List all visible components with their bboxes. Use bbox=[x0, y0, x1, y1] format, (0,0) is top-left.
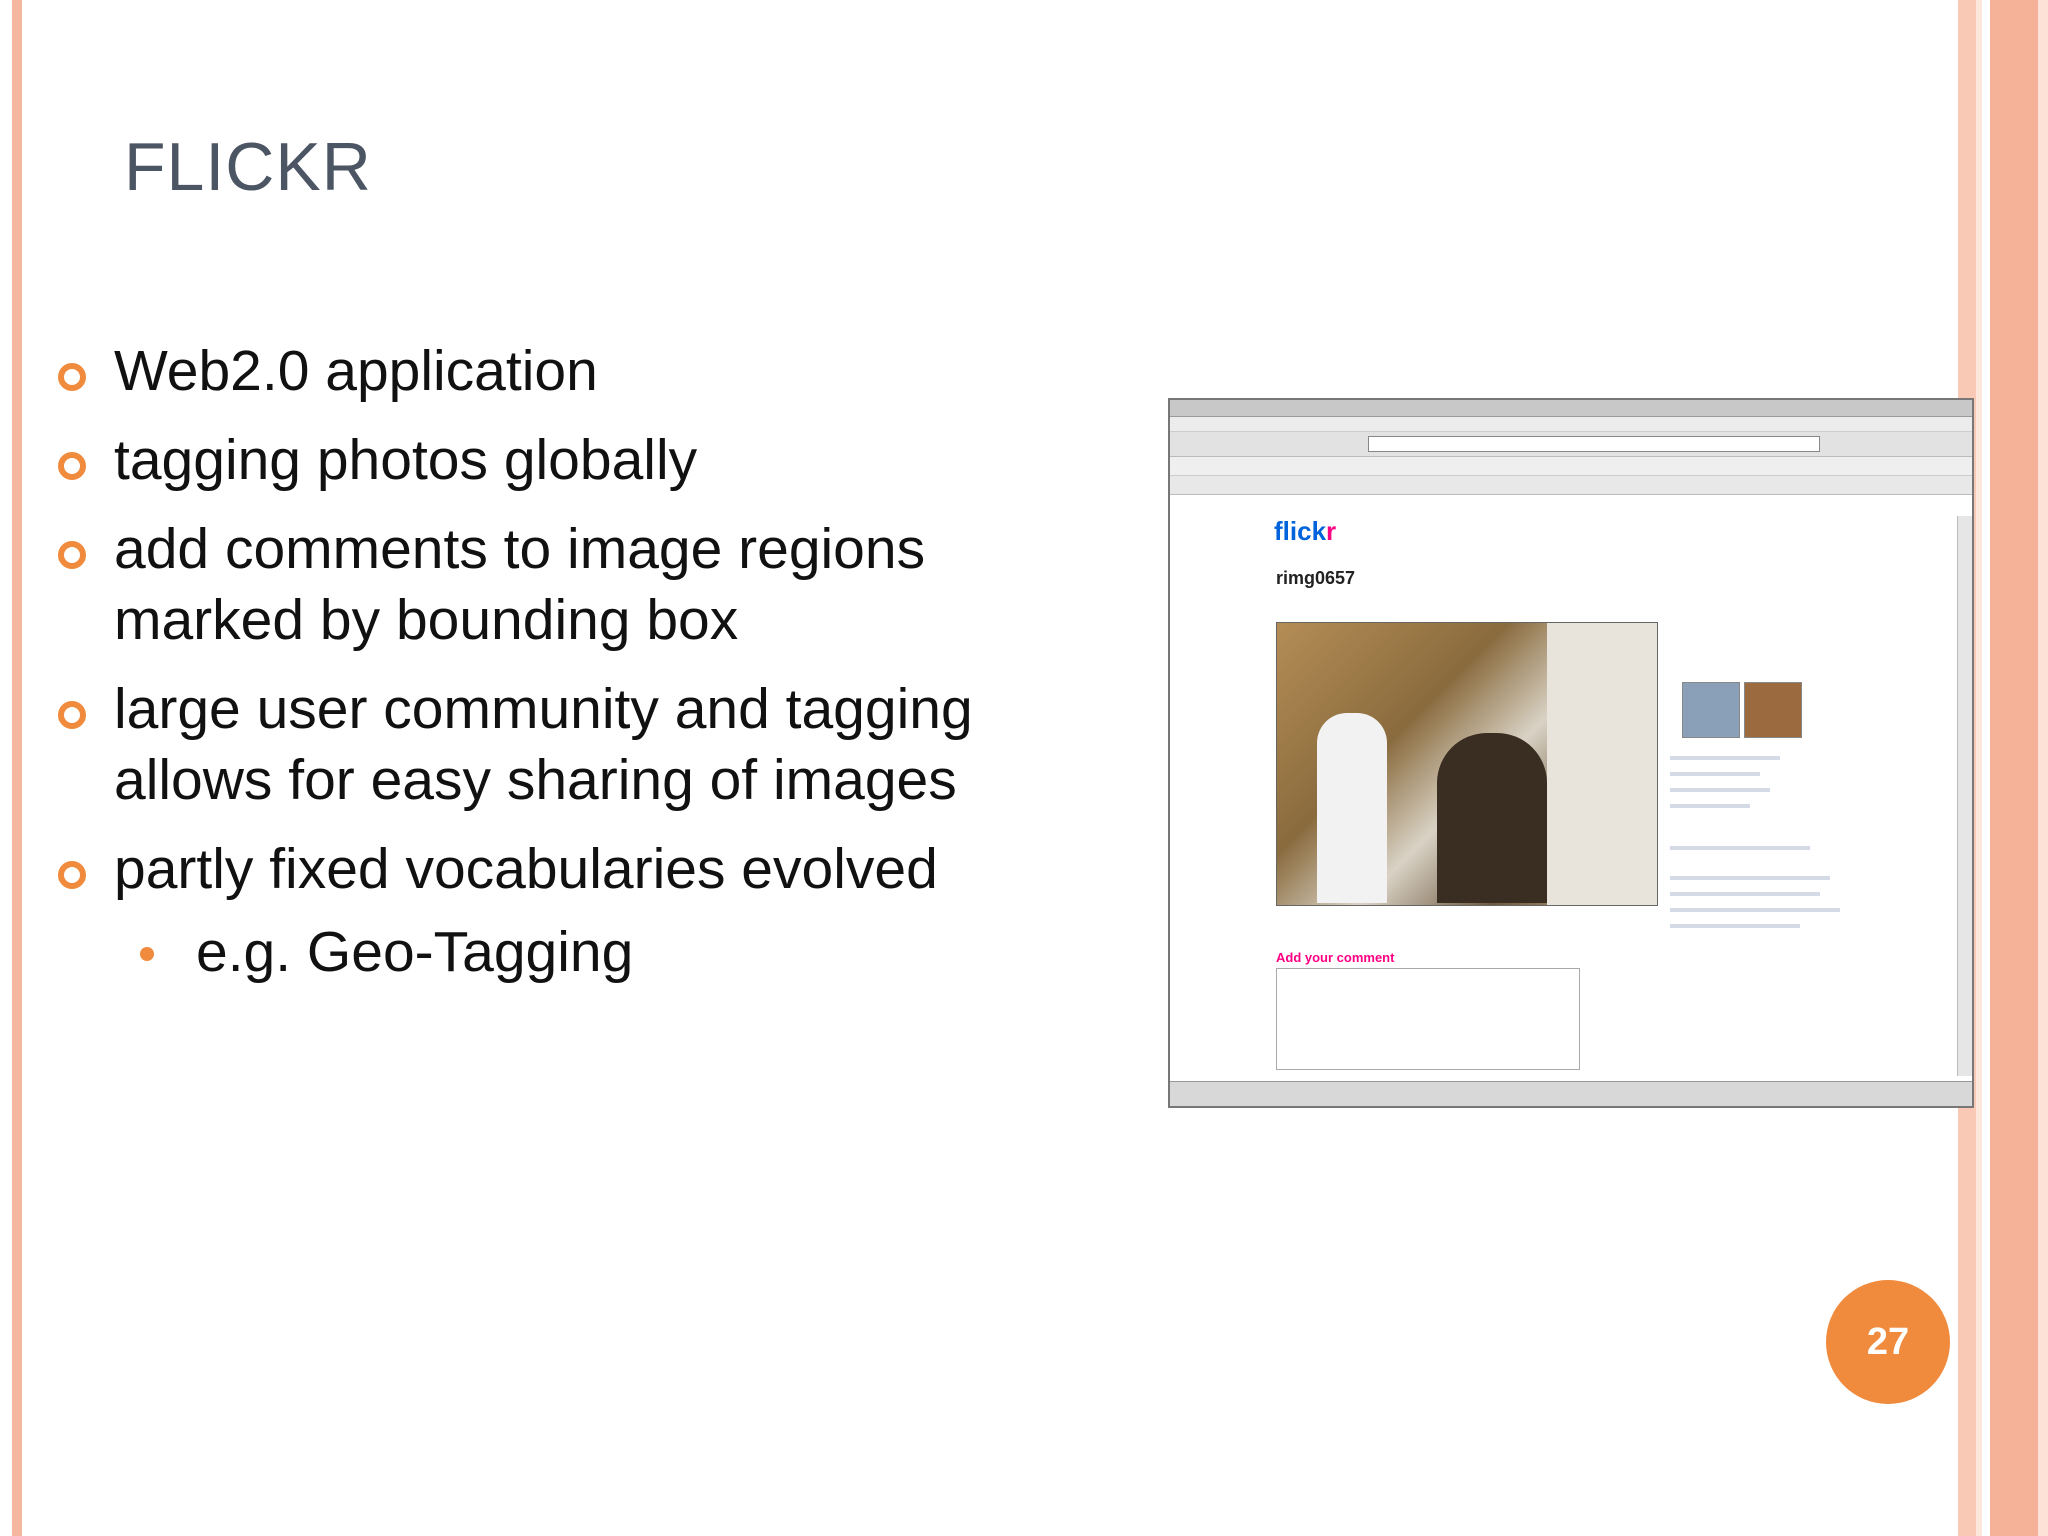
flickr-logo: flickr bbox=[1274, 516, 1337, 546]
flickr-page: flickr rimg0657 Add your comment bbox=[1170, 516, 1950, 1076]
photo-wall bbox=[1547, 623, 1657, 905]
browser-url-bar bbox=[1368, 436, 1820, 452]
browser-toolbar bbox=[1170, 432, 1972, 457]
right-decorative-band bbox=[1990, 0, 2038, 1536]
bullet-item: partly fixed vocabularies evolved bbox=[56, 834, 1096, 905]
bullet-item: tagging photos globally bbox=[56, 425, 1096, 496]
browser-menubar bbox=[1170, 417, 1972, 432]
photo-person bbox=[1437, 733, 1547, 903]
browser-scrollbar bbox=[1957, 516, 1972, 1076]
bullet-item: large user community and tagging allows … bbox=[56, 674, 1096, 816]
ring-bullet-icon bbox=[58, 363, 86, 391]
sub-bullet-item: e.g. Geo-Tagging bbox=[56, 917, 1096, 988]
ring-bullet-icon bbox=[58, 541, 86, 569]
bullet-text: partly fixed vocabularies evolved bbox=[114, 837, 938, 901]
sidebar-text-line bbox=[1670, 772, 1760, 776]
comment-textarea bbox=[1276, 968, 1580, 1070]
browser-tabs-bar bbox=[1170, 476, 1972, 495]
sidebar-text-line bbox=[1670, 908, 1840, 912]
browser-bookmarks-bar bbox=[1170, 457, 1972, 476]
bullet-text: large user community and tagging allows … bbox=[114, 677, 973, 812]
ring-bullet-icon bbox=[58, 701, 86, 729]
add-comment-label: Add your comment bbox=[1276, 950, 1395, 965]
browser-titlebar bbox=[1170, 400, 1972, 417]
bullet-item: add comments to image regions marked by … bbox=[56, 514, 1096, 656]
browser-statusbar bbox=[1170, 1081, 1972, 1106]
bullet-item: Web2.0 application bbox=[56, 336, 1096, 407]
sidebar-text-line bbox=[1670, 924, 1800, 928]
page-number-badge: 27 bbox=[1826, 1280, 1950, 1404]
ring-bullet-icon bbox=[58, 861, 86, 889]
sidebar-text-line bbox=[1670, 788, 1770, 792]
photo-person bbox=[1317, 713, 1387, 903]
set-thumbnail bbox=[1682, 682, 1740, 738]
sidebar-text-line bbox=[1670, 846, 1810, 850]
left-decorative-stripe bbox=[12, 0, 22, 1536]
photo-title: rimg0657 bbox=[1276, 568, 1356, 588]
bullet-list: Web2.0 application tagging photos global… bbox=[56, 336, 1096, 988]
dot-bullet-icon bbox=[140, 947, 154, 961]
sidebar-text-line bbox=[1670, 804, 1750, 808]
sub-bullet-text: e.g. Geo-Tagging bbox=[196, 920, 634, 984]
bullet-text: tagging photos globally bbox=[114, 428, 698, 492]
ring-bullet-icon bbox=[58, 452, 86, 480]
sidebar-text-line bbox=[1670, 876, 1830, 880]
sidebar-text-line bbox=[1670, 892, 1820, 896]
bullet-text: Web2.0 application bbox=[114, 339, 598, 403]
bullet-text: add comments to image regions marked by … bbox=[114, 517, 926, 652]
set-thumbnail bbox=[1744, 682, 1802, 738]
right-decorative-band bbox=[1976, 0, 1982, 1536]
slide-title: FLICKR bbox=[124, 129, 372, 205]
conference-photo bbox=[1276, 622, 1658, 906]
right-decorative-band bbox=[2038, 0, 2048, 1536]
slide: FLICKR Web2.0 application tagging photos… bbox=[0, 0, 2048, 1536]
sidebar-text-line bbox=[1670, 756, 1780, 760]
flickr-screenshot: flickr rimg0657 Add your comment bbox=[1168, 398, 1974, 1108]
